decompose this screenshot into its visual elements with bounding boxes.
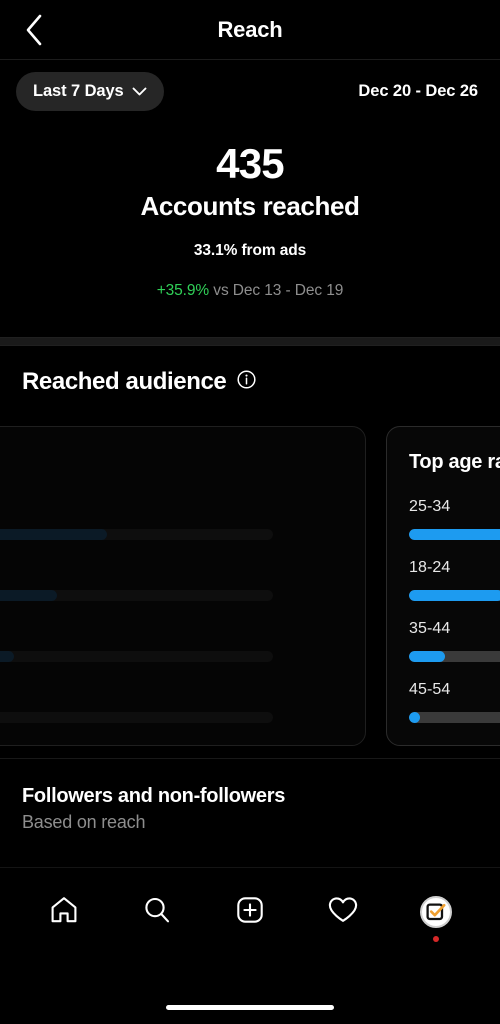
carousel-track: Top age ranges 25-34 50.8% 18-24 — [0, 426, 500, 746]
bar-row — [0, 498, 343, 544]
info-circle-icon[interactable] — [237, 370, 256, 394]
stat-card-previous[interactable] — [0, 426, 366, 746]
bar-percent — [289, 707, 294, 727]
notification-dot — [432, 936, 439, 942]
age-range-bar-list: 25-34 50.8% 18-24 — [409, 498, 500, 727]
tab-activity[interactable] — [308, 886, 378, 938]
bar-track — [409, 528, 500, 540]
bar-row — [0, 620, 343, 666]
bar-label — [0, 620, 343, 638]
nav-header: Reach — [0, 0, 500, 60]
bottom-tab-bar — [0, 867, 500, 953]
bar-percent — [289, 524, 294, 544]
tab-search[interactable] — [122, 886, 192, 938]
card-title-placeholder — [0, 451, 343, 474]
bar-row — [0, 681, 343, 727]
search-icon — [142, 895, 172, 930]
page-title: Reach — [217, 16, 283, 42]
bar-line: 30.4% — [409, 585, 500, 605]
bar-list-placeholder — [0, 498, 343, 727]
tab-home[interactable] — [29, 886, 99, 938]
reach-comparison: +35.9% vs Dec 13 - Dec 19 — [157, 282, 344, 300]
tab-profile[interactable] — [401, 886, 471, 942]
age-range-row-1: 18-24 30.4% — [409, 559, 500, 605]
insights-reach-screen: Reach Last 7 Days Dec 20 - Dec 26 435 Ac… — [0, 0, 500, 1024]
bar-track — [409, 650, 500, 662]
chevron-left-icon — [23, 13, 45, 47]
bar-track — [0, 528, 273, 540]
age-range-label: 18-24 — [409, 559, 451, 576]
date-range-text: Dec 20 - Dec 26 — [358, 81, 478, 100]
reached-audience-title: Reached audience — [22, 368, 227, 395]
bar-line — [0, 585, 343, 605]
bar-label — [0, 498, 343, 516]
from-ads-text: 33.1% from ads — [193, 241, 307, 259]
bar-fill — [409, 589, 500, 601]
bar-percent — [289, 585, 294, 605]
bar-percent — [289, 646, 294, 666]
chevron-down-icon — [132, 82, 147, 101]
age-range-label: 35-44 — [409, 620, 451, 637]
comparison-period: vs Dec 13 - Dec 19 — [209, 281, 344, 299]
age-range-row-3: 45-54 3.3% — [409, 681, 500, 727]
reach-label: Accounts reached — [140, 190, 360, 221]
bar-label — [0, 681, 343, 699]
home-indicator — [166, 1005, 334, 1010]
bar-line — [0, 646, 343, 666]
date-filter-row: Last 7 Days Dec 20 - Dec 26 — [0, 60, 500, 122]
bar-track — [409, 589, 500, 601]
followers-section-title: Followers and non-followers — [22, 785, 286, 807]
followers-section-subtitle: Based on reach — [22, 812, 146, 832]
bar-fill — [409, 528, 500, 540]
tab-create[interactable] — [215, 886, 285, 938]
reach-summary: 435 Accounts reached 33.1% from ads +35.… — [0, 122, 500, 337]
reach-value: 435 — [216, 140, 284, 187]
age-range-row-0: 25-34 50.8% — [409, 498, 500, 544]
bar-track — [409, 711, 500, 723]
home-icon — [49, 895, 79, 930]
bar-track — [0, 711, 273, 723]
reached-audience-header: Reached audience — [0, 346, 500, 418]
bar-fill — [0, 589, 58, 601]
delta-percent: +35.9% — [156, 281, 210, 299]
age-range-label: 45-54 — [409, 681, 451, 698]
bar-fill — [0, 650, 15, 662]
bar-line: 11.6% — [409, 646, 500, 666]
bar-track — [0, 589, 273, 601]
back-button[interactable] — [8, 0, 60, 59]
stat-card-top-age-ranges[interactable]: Top age ranges 25-34 50.8% 18-24 — [386, 426, 500, 746]
bar-line: 3.3% — [409, 707, 500, 727]
bar-fill — [0, 528, 107, 540]
bar-line — [0, 707, 343, 727]
bar-line — [0, 524, 343, 544]
bar-row — [0, 559, 343, 605]
profile-avatar — [419, 896, 452, 928]
bar-fill — [409, 711, 420, 723]
age-range-row-2: 35-44 11.6% — [409, 620, 500, 666]
date-range-selector[interactable]: Last 7 Days — [16, 71, 164, 111]
bar-line: 50.8% — [409, 524, 500, 544]
section-divider — [0, 337, 500, 346]
heart-icon — [327, 895, 359, 930]
bar-fill — [409, 650, 445, 662]
top-age-ranges-title: Top age ranges — [409, 451, 500, 473]
audience-cards-carousel[interactable]: Top age ranges 25-34 50.8% 18-24 — [0, 418, 500, 758]
followers-section[interactable]: Followers and non-followers Based on rea… — [0, 759, 500, 867]
age-range-label: 25-34 — [409, 498, 451, 515]
create-icon — [235, 895, 265, 930]
bar-track — [0, 650, 273, 662]
avatar — [419, 895, 453, 942]
date-range-selector-label: Last 7 Days — [33, 81, 124, 100]
bar-label — [0, 559, 343, 577]
